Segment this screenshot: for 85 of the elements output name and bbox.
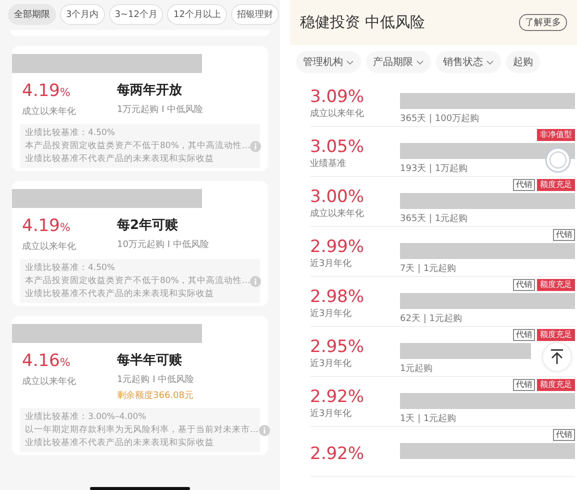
disclaimer-text: 业绩比较基准不代表产品的未来表现和实际收益	[25, 437, 215, 449]
rate-value: 3.09%	[310, 88, 366, 106]
benchmark-text: 业绩比较基准：4.50%	[25, 127, 116, 139]
product-row[interactable]: 2.92% 代销	[310, 427, 575, 477]
product-title: 每两年开放	[117, 82, 183, 100]
product-row[interactable]: 2.99% 近3月年化 代销 7天 | 1元起购	[310, 227, 575, 277]
product-tag: 额度充足	[537, 379, 575, 391]
disclaimer-text: 业绩比较基准不代表产品的未来表现和实际收益	[25, 288, 215, 300]
product-row[interactable]: 2.92% 近3月年化 代销 额度充足 1天 | 1元起购	[310, 377, 575, 427]
product-tag: 代销	[513, 279, 535, 291]
info-icon[interactable]	[250, 140, 262, 152]
description-text: 本产品投资固定收益类资产不低于80%，其中高流动性…	[25, 140, 250, 152]
filter-dropdown[interactable]: 管理机构	[296, 51, 361, 73]
product-terms: 1元起购	[400, 362, 433, 375]
product-card[interactable]: 4.19% 成立以来年化 每两年开放 1万元起购 I 中低风险 业绩比较基准：4.50% 本产品投资固定收益类资产不低于80%，其中高流动性… 业绩比较基准不代表产品的未来表现和实际收益	[12, 46, 268, 171]
product-tag: 额度充足	[537, 329, 575, 341]
product-terms: 7天 | 1元起购	[400, 262, 456, 275]
rate-value: 2.92%	[310, 444, 366, 462]
caret-icon	[416, 60, 424, 64]
description-text: 本产品投资固定收益类资产不低于80%，其中高流动性…	[25, 275, 250, 287]
rate-label: 近3月年化	[310, 358, 353, 370]
filter-chip[interactable]: 12个月以上	[167, 4, 227, 25]
product-card[interactable]: 4.19% 成立以来年化 每2年可赎 10万元起购 I 中低风险 业绩比较基准：4.50% 本产品投资固定收益类资产不低于80%，其中高流动性… 业绩比较基准不代表产品的未来表现和实际收益	[12, 181, 268, 306]
rate-label: 成立以来年化	[310, 108, 365, 120]
learn-more-button[interactable]: 了解更多	[519, 14, 567, 31]
rate-value: 2.95%	[310, 338, 366, 356]
back-to-top-button[interactable]	[543, 343, 571, 371]
rate-value: 4.16%	[22, 351, 72, 373]
product-terms: 193天 | 1万起购	[400, 162, 468, 175]
benchmark-text: 业绩比较基准：4.50%	[25, 262, 116, 274]
rate-label: 近3月年化	[310, 408, 353, 420]
rate-label: 成立以来年化	[310, 208, 365, 220]
rate-value: 2.92%	[310, 388, 366, 406]
info-icon[interactable]	[258, 424, 270, 436]
filter-dropdown[interactable]: 起购	[506, 51, 540, 73]
product-terms: 1天 | 1元起购	[400, 412, 456, 425]
product-title: 每半年可赎	[117, 352, 183, 370]
product-row[interactable]: 3.05% 业绩基准 非净值型 193天 | 1万起购	[310, 127, 575, 177]
product-row[interactable]: 3.09% 成立以来年化 365天 | 100万起购	[310, 77, 575, 127]
benchmark-text: 业绩比较基准：3.00%–4.00%	[25, 411, 148, 423]
filter-chip[interactable]: 3~12个月	[108, 4, 164, 25]
caret-icon	[346, 60, 354, 64]
info-icon[interactable]	[250, 276, 262, 286]
filter-chip[interactable]: 3个月内	[60, 4, 105, 25]
product-tag: 代销	[553, 429, 575, 441]
page-title: 稳健投资 中低风险	[300, 13, 425, 32]
caret-icon	[486, 60, 494, 64]
rate-label: 成立以来年化	[22, 106, 77, 118]
filter-dropdown[interactable]: 销售状态	[436, 51, 501, 73]
product-tag: 代销	[513, 329, 535, 341]
description-text: 以一年期定期存款利率为无风险利率，基于当前对未来市…	[25, 424, 258, 436]
product-card[interactable]: 4.16% 成立以来年化 每半年可赎 1元起购 I 中低风险 剩余额度366.08元 业绩比较基准：3.00%–4.00% 以一年期定期存款利率为无风险利率，基于当前对未来市… 业绩比较基准不代表产品的未来表现和实际收益	[12, 316, 268, 455]
rate-value: 4.19%	[22, 216, 72, 238]
product-tag: 非净值型	[537, 129, 575, 141]
rate-label: 近3月年化	[310, 258, 353, 270]
rate-label: 成立以来年化	[22, 376, 77, 388]
remaining-quota: 剩余额度366.08元	[117, 390, 194, 402]
product-tag: 代销	[513, 379, 535, 391]
rate-value: 2.99%	[310, 238, 366, 256]
product-terms: 62天 | 1元起购	[400, 312, 462, 325]
product-row[interactable]: 3.00% 成立以来年化 代销 额度充足 365天 | 1元起购	[310, 177, 575, 227]
product-tag: 额度充足	[537, 179, 575, 191]
product-title: 每2年可赎	[117, 217, 180, 235]
filter-chip[interactable]: 全部期限	[8, 4, 56, 25]
filter-chip[interactable]: 招银理财	[230, 4, 279, 25]
product-row[interactable]: 2.98% 近3月年化 代销 额度充足 62天 | 1元起购	[310, 277, 575, 327]
disclaimer-text: 业绩比较基准不代表产品的未来表现和实际收益	[25, 153, 215, 165]
rate-value: 3.00%	[310, 188, 366, 206]
product-terms: 1元起购 I 中低风险	[117, 374, 196, 386]
product-terms: 365天 | 100万起购	[400, 112, 480, 125]
rate-value: 2.98%	[310, 288, 366, 306]
product-tag: 代销	[553, 229, 575, 241]
rate-label: 近3月年化	[310, 308, 353, 320]
product-terms: 10万元起购 I 中低风险	[117, 238, 210, 251]
arrow-up-icon	[550, 349, 564, 365]
rate-label: 成立以来年化	[22, 240, 77, 253]
filter-dropdown[interactable]: 产品期限	[366, 51, 431, 73]
rate-label: 业绩基准	[310, 158, 347, 170]
product-terms: 1万元起购 I 中低风险	[117, 104, 204, 116]
product-row[interactable]: 2.95% 近3月年化 代销 额度充足 1元起购	[310, 327, 575, 377]
rate-value: 4.19%	[22, 81, 72, 103]
product-tag: 额度充足	[537, 279, 575, 291]
product-tag: 代销	[513, 179, 535, 191]
product-terms: 365天 | 1元起购	[400, 212, 468, 225]
rate-value: 3.05%	[310, 138, 366, 156]
